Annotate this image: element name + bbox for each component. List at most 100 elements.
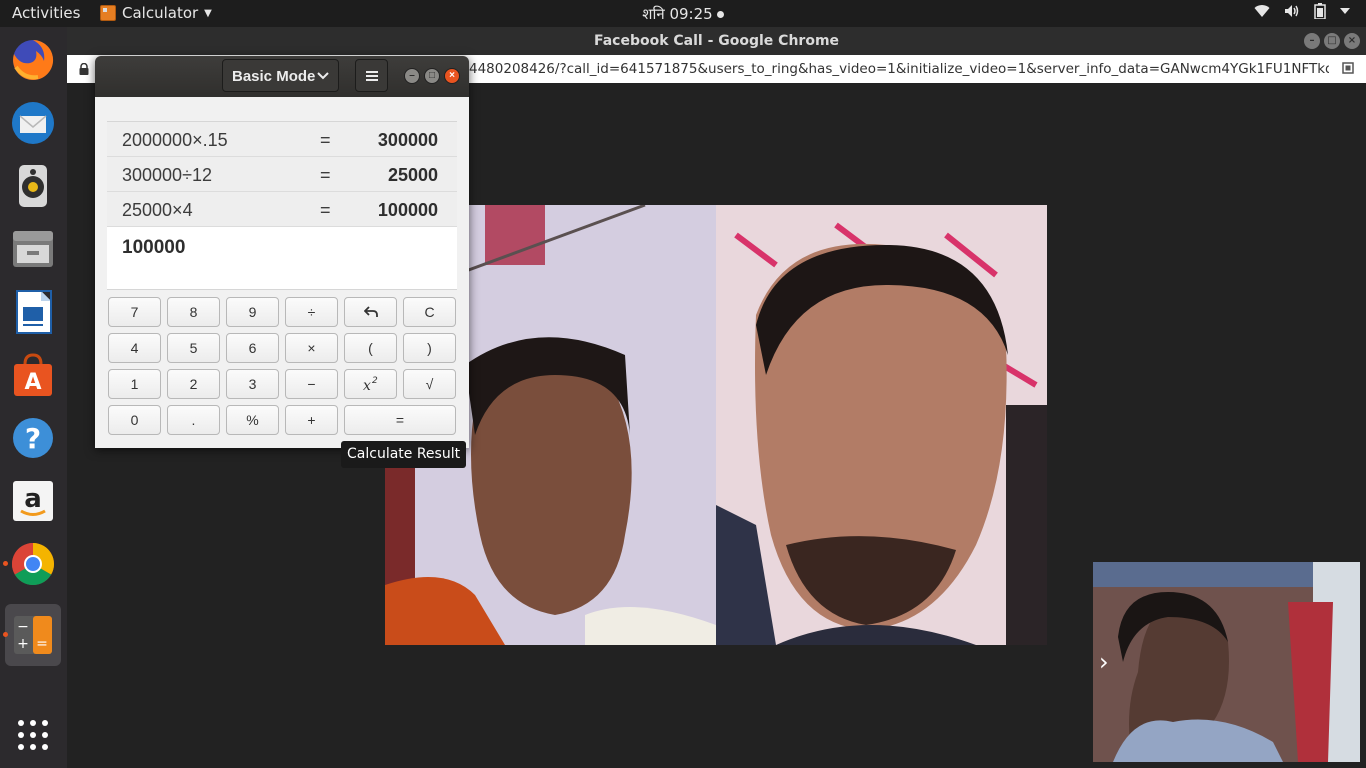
dock-item-amazon[interactable]: a [5,473,61,529]
menu-button[interactable] [355,59,388,92]
svg-text:2: 2 [372,376,378,386]
key-5[interactable]: 5 [167,333,220,363]
svg-text:−: − [17,619,29,635]
history-result: 300000 [377,130,438,150]
key-open-paren[interactable]: ( [344,333,397,363]
calculator-display[interactable]: 100000 [107,227,457,290]
history-result: 25000 [387,165,438,185]
running-indicator [3,632,8,637]
hamburger-icon [365,71,378,81]
close-button[interactable]: × [1344,33,1360,49]
files-icon [13,231,53,267]
dock-item-help[interactable]: ? [5,410,61,466]
window-title: Facebook Call - Google Chrome [593,33,840,49]
dock-item-show-apps[interactable] [5,707,61,763]
key-sqrt[interactable]: √ [403,369,456,399]
chrome-title-bar[interactable]: Facebook Call - Google Chrome – □ × [67,27,1366,55]
mode-selector-button[interactable]: Basic Mode [222,59,339,92]
svg-text:+: + [17,636,29,652]
battery-icon [1314,3,1326,19]
key-percent[interactable]: % [226,405,279,435]
key-backspace[interactable] [344,297,397,327]
history-expression: 25000×4 [122,200,193,220]
calculator-header-bar[interactable]: Basic Mode – □ × [95,56,469,97]
clock-label: शनि 09:25 [642,5,713,23]
history-row[interactable]: 300000÷12 = 25000 [107,157,457,192]
history-expression: 2000000×.15 [122,130,228,150]
svg-text:=: = [36,636,48,652]
key-9[interactable]: 9 [226,297,279,327]
key-decimal[interactable]: . [167,405,220,435]
system-status[interactable] [1254,3,1350,19]
participant-video-2 [716,205,1047,645]
url-text[interactable]: 4480208426/?call_id=641571875&users_to_r… [469,61,1329,77]
dock-item-rhythmbox[interactable] [5,158,61,214]
key-8[interactable]: 8 [167,297,220,327]
display-value: 100000 [122,237,186,258]
key-add[interactable]: + [285,405,338,435]
thunderbird-icon [12,102,54,144]
calculator-icon: − + = [14,616,52,654]
key-square[interactable]: x 2 [344,369,397,399]
maximize-button[interactable]: □ [1324,33,1340,49]
dock-item-files[interactable] [5,221,61,277]
x-squared-icon: x 2 [363,376,378,394]
history-equals: = [320,165,331,185]
firefox-icon [13,39,54,80]
maximize-button[interactable]: □ [424,68,440,84]
window-controls: – □ × [1304,33,1360,49]
self-video[interactable]: › [1093,562,1360,762]
dock-item-software[interactable]: A [5,347,61,403]
history-result: 100000 [377,200,438,220]
history-row[interactable]: 2000000×.15 = 300000 [107,122,457,157]
top-bar: Activities Calculator ▼ शनि 09:25 [0,0,1366,27]
running-indicator [3,561,8,566]
key-2[interactable]: 2 [167,369,220,399]
amazon-icon: a [13,481,53,521]
dock-item-writer[interactable] [5,284,61,340]
dock-item-calculator[interactable]: − + = [3,604,61,666]
key-subtract[interactable]: − [285,369,338,399]
history-equals: = [320,130,331,150]
minimize-button[interactable]: – [404,68,420,84]
key-0[interactable]: 0 [108,405,161,435]
chevron-down-icon [317,60,329,105]
dock-item-firefox[interactable] [5,32,61,88]
mode-label: Basic Mode [232,68,316,85]
extension-icon[interactable] [1342,62,1354,74]
key-7[interactable]: 7 [108,297,161,327]
minimize-button[interactable]: – [1304,33,1320,49]
svg-text:A: A [24,370,41,395]
tooltip: Calculate Result [341,441,467,468]
key-6[interactable]: 6 [226,333,279,363]
clock[interactable]: शनि 09:25 [0,4,1366,24]
dock-item-thunderbird[interactable] [5,95,61,151]
chevron-down-icon [1340,8,1350,14]
calculator-window: Basic Mode – □ × 2000000×.15 = 300000 30… [95,56,469,448]
key-3[interactable]: 3 [226,369,279,399]
help-icon: ? [13,418,53,458]
remote-video-2[interactable] [716,205,1047,645]
key-4[interactable]: 4 [108,333,161,363]
volume-icon [1285,5,1299,17]
key-equals[interactable]: = [344,405,456,435]
key-multiply[interactable]: × [285,333,338,363]
key-close-paren[interactable]: ) [403,333,456,363]
wifi-icon [1254,5,1270,18]
dock: A ? a − + = [0,27,67,768]
notification-dot [716,11,724,18]
grid-icon [18,720,48,750]
key-clear[interactable]: C [403,297,456,327]
chevron-right-icon[interactable]: › [1099,648,1109,676]
history-equals: = [320,200,331,220]
key-1[interactable]: 1 [108,369,161,399]
dock-item-chrome[interactable] [3,536,61,592]
key-divide[interactable]: ÷ [285,297,338,327]
close-button[interactable]: × [444,68,460,84]
svg-text:?: ? [25,422,41,455]
svg-text:a: a [24,484,42,514]
history-expression: 300000÷12 [122,165,212,185]
history-row[interactable]: 25000×4 = 100000 [107,192,457,227]
lock-icon [79,63,89,75]
speaker-icon [19,165,47,207]
